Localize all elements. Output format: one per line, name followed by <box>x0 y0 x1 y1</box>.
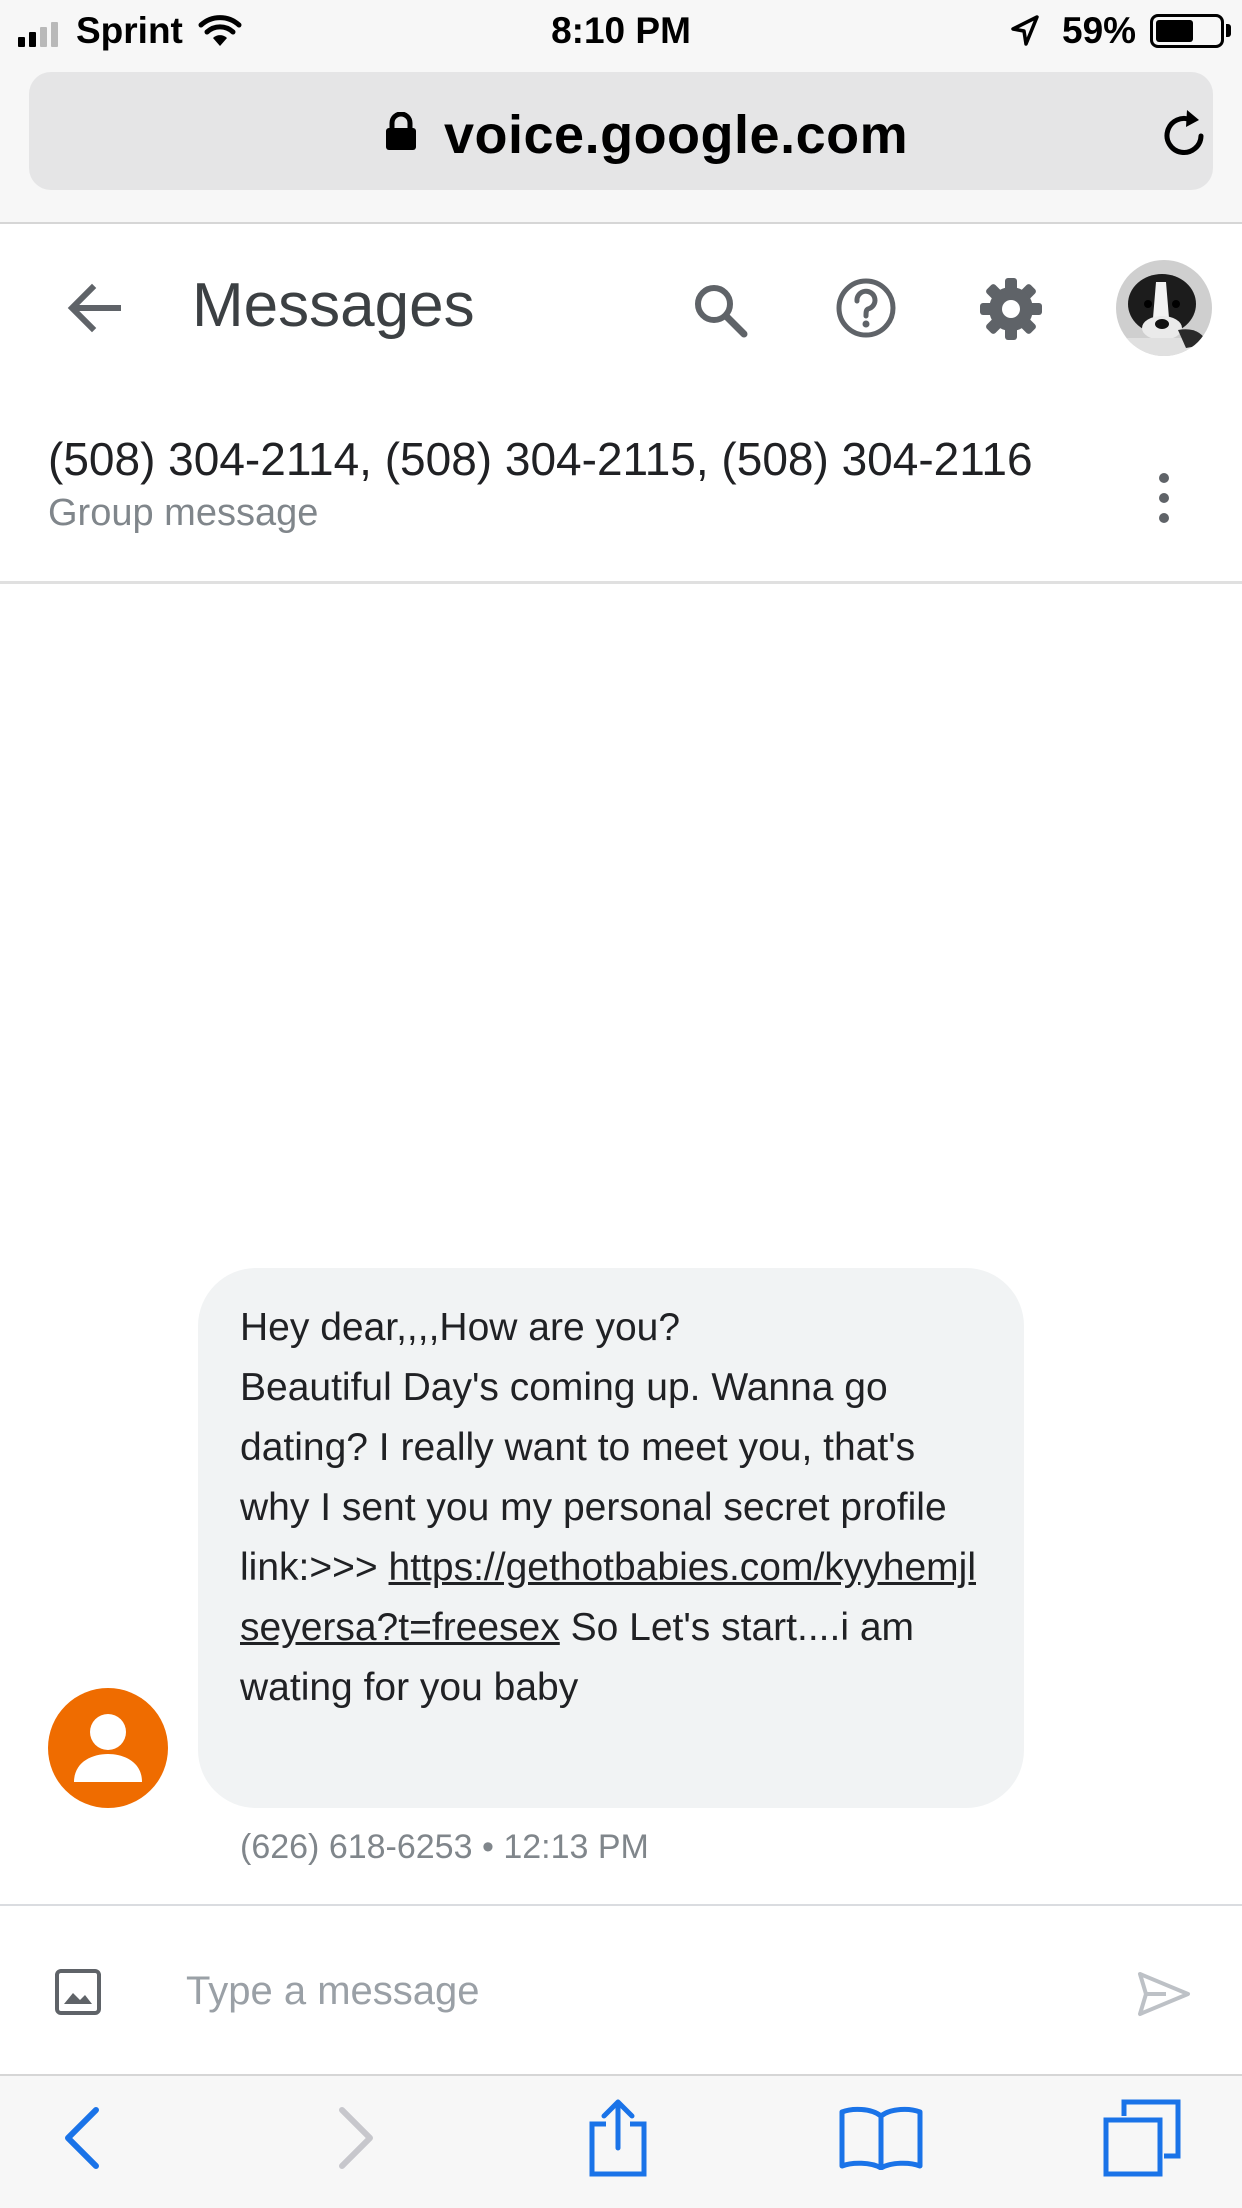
search-icon[interactable] <box>690 280 750 340</box>
avatar-photo <box>1116 260 1212 356</box>
sender-avatar <box>48 1688 168 1808</box>
message-sender: (626) 618-6253 <box>240 1828 473 1866</box>
message-body: Beautiful Day's coming up. Wanna go dati… <box>240 1358 982 1718</box>
conversation-subtitle: Group message <box>48 492 319 534</box>
page-title: Messages <box>192 271 475 340</box>
share-icon[interactable] <box>586 2098 650 2178</box>
browser-address-area: voice.google.com <box>0 62 1242 224</box>
message-input[interactable] <box>186 1956 1086 2026</box>
address-bar[interactable]: voice.google.com <box>29 72 1213 190</box>
message-timestamp: 12:13 PM <box>503 1828 649 1866</box>
message-first-line: Hey dear,,,,How are you? <box>240 1306 681 1349</box>
browser-toolbar <box>0 2074 1242 2208</box>
reload-icon[interactable] <box>1159 108 1209 160</box>
battery-nub <box>1226 24 1231 37</box>
message-bubble[interactable]: Hey dear,,,,How are you? Beautiful Day's… <box>198 1268 1024 1808</box>
app-bar: Messages <box>0 226 1242 386</box>
attach-image-icon[interactable] <box>54 1968 102 2016</box>
battery-percent: 59% <box>1062 10 1137 51</box>
conversation-header: (508) 304-2114, (508) 304-2115, (508) 30… <box>0 410 1242 584</box>
location-icon <box>1011 15 1039 46</box>
lock-icon <box>386 112 416 150</box>
tabs-icon[interactable] <box>1102 2098 1182 2178</box>
help-icon[interactable] <box>834 276 898 340</box>
meta-separator: • <box>481 1828 494 1866</box>
battery-icon <box>1150 14 1224 48</box>
settings-icon[interactable] <box>978 276 1044 342</box>
more-options-icon[interactable] <box>1152 466 1176 530</box>
status-bar: Sprint 8:10 PM 59% <box>0 0 1242 62</box>
url-text: voice.google.com <box>444 105 909 165</box>
conversation-title[interactable]: (508) 304-2114, (508) 304-2115, (508) 30… <box>48 432 1078 486</box>
clock: 8:10 PM <box>551 10 691 51</box>
message-composer <box>0 1904 1242 2074</box>
message-meta: (626) 618-6253 • 12:13 PM <box>240 1828 649 1867</box>
forward-nav-icon[interactable] <box>336 2106 376 2170</box>
bookmarks-icon[interactable] <box>838 2106 924 2170</box>
send-icon[interactable] <box>1136 1970 1192 2018</box>
account-avatar[interactable] <box>1116 260 1212 356</box>
person-icon <box>74 1714 142 1782</box>
back-nav-icon[interactable] <box>62 2106 102 2170</box>
back-arrow-icon[interactable] <box>66 282 122 334</box>
